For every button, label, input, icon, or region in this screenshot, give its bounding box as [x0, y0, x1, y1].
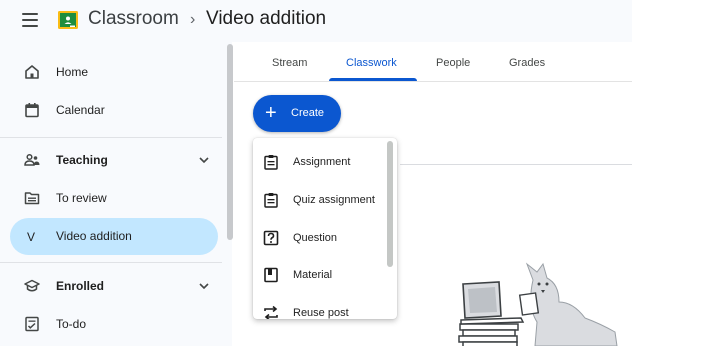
breadcrumb-class-name: Video addition — [206, 8, 327, 29]
clipboard-icon — [264, 155, 278, 170]
plus-icon: + — [265, 102, 277, 124]
sidebar-item-home[interactable]: Home — [10, 54, 218, 91]
menu-scrollbar[interactable] — [387, 141, 393, 267]
chevron-down-icon[interactable] — [198, 280, 210, 292]
top-app-bar: Classroom › Video addition — [0, 0, 632, 42]
sidebar-item-label: Enrolled — [56, 279, 105, 293]
breadcrumb-app-name[interactable]: Classroom — [88, 8, 179, 30]
quiz-clipboard-icon — [264, 193, 278, 208]
topic-divider — [400, 164, 632, 165]
page-margin — [632, 0, 713, 346]
create-button[interactable]: + Create — [253, 95, 341, 132]
menu-item-label: Question — [293, 232, 338, 244]
classroom-logo-icon[interactable] — [58, 11, 78, 29]
question-icon — [263, 230, 279, 246]
material-icon — [264, 267, 278, 283]
menu-item-label: Quiz assignment — [293, 194, 375, 206]
sidebar-divider — [0, 137, 222, 138]
menu-item-label: Assignment — [293, 156, 351, 168]
sidebar-divider — [0, 262, 222, 263]
home-icon — [25, 65, 39, 79]
menu-item-assignment[interactable]: Assignment — [253, 144, 397, 181]
menu-item-question[interactable]: Question — [253, 220, 397, 257]
menu-item-reuse-post[interactable]: Reuse post — [253, 295, 397, 319]
classroom-app: Classroom › Video addition Home Calendar — [0, 0, 713, 346]
main-menu-icon[interactable] — [22, 13, 38, 27]
create-menu: Assignment Quiz assignment Question Mate… — [253, 138, 397, 319]
sidebar-item-to-do[interactable]: To-do — [10, 306, 218, 343]
mortarboard-icon — [24, 279, 40, 292]
chevron-down-icon[interactable] — [198, 154, 210, 166]
menu-item-quiz-assignment[interactable]: Quiz assignment — [253, 182, 397, 219]
menu-item-material[interactable]: Material — [253, 257, 397, 294]
sidebar-item-label: Home — [56, 65, 89, 79]
sidebar-scrollbar[interactable] — [227, 44, 233, 240]
tab-people[interactable]: People — [436, 57, 470, 69]
tab-classwork[interactable]: Classwork — [346, 57, 397, 69]
empty-state-illustration — [458, 262, 618, 346]
sidebar-item-label: Video addition — [56, 229, 132, 243]
menu-item-label: Reuse post — [293, 307, 349, 319]
create-button-label: Create — [291, 107, 325, 119]
calendar-icon — [25, 103, 39, 118]
sidebar-item-video-addition[interactable]: V Video addition — [10, 218, 218, 255]
menu-item-label: Material — [293, 269, 333, 281]
active-tab-indicator — [329, 78, 417, 81]
repeat-icon — [264, 305, 278, 319]
navigation-drawer: Home Calendar Teaching To review V Video… — [0, 42, 233, 346]
sidebar-item-label: Teaching — [56, 153, 108, 167]
tab-stream[interactable]: Stream — [272, 57, 307, 69]
sidebar-item-to-review[interactable]: To review — [10, 180, 218, 217]
class-tabs: Stream Classwork People Grades — [234, 42, 632, 82]
sidebar-item-label: To-do — [56, 317, 87, 331]
sidebar-item-label: To review — [56, 191, 107, 205]
checklist-icon — [25, 316, 39, 332]
folder-review-icon — [24, 192, 40, 205]
sidebar-item-label: Calendar — [56, 103, 105, 117]
sidebar-item-calendar[interactable]: Calendar — [10, 92, 218, 129]
class-avatar: V — [26, 230, 35, 244]
tab-grades[interactable]: Grades — [509, 57, 545, 69]
breadcrumb-separator-icon: › — [190, 11, 196, 28]
sidebar-item-teaching[interactable]: Teaching — [10, 142, 218, 179]
sidebar-item-enrolled[interactable]: Enrolled — [10, 268, 218, 305]
people-icon — [24, 153, 40, 166]
